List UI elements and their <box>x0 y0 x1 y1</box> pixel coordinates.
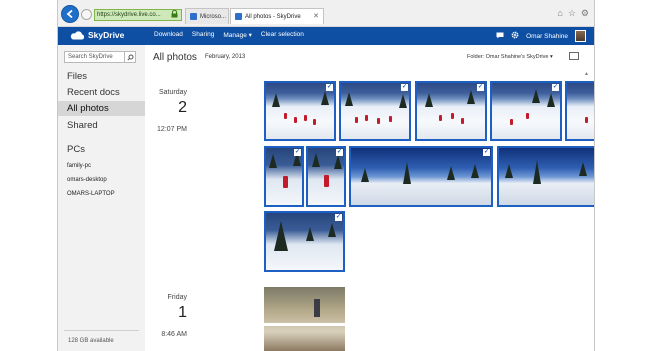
app-header: SkyDrive Download Sharing Manage ▾ Clear… <box>58 27 594 45</box>
gear-icon[interactable] <box>511 31 519 41</box>
browser-toolbar: https://skydrive.live.co... Microso... A… <box>58 0 594 27</box>
storage-status: 128 GB available <box>68 338 114 344</box>
download-button[interactable]: Download <box>154 31 183 39</box>
checkmark-icon[interactable]: ✓ <box>326 84 333 91</box>
browser-window: https://skydrive.live.co... Microso... A… <box>57 0 595 351</box>
checkmark-icon[interactable]: ✓ <box>483 149 490 156</box>
tab-all-photos[interactable]: All photos - SkyDrive ✕ <box>230 8 324 24</box>
search-placeholder: Search SkyDrive <box>68 54 113 60</box>
brand-name: SkyDrive <box>88 30 125 40</box>
checkmark-icon[interactable]: ✓ <box>294 149 301 156</box>
sidebar-item-all-photos[interactable]: All photos <box>58 101 145 116</box>
clear-selection-button[interactable]: Clear selection <box>261 31 304 39</box>
scroll-up-icon[interactable]: ▲ <box>584 71 589 77</box>
photo-thumbnail[interactable]: ✓ <box>264 81 336 141</box>
tab-label: Microso... <box>200 13 227 20</box>
month-label: February, 2013 <box>205 54 246 60</box>
manage-label: Manage <box>223 32 247 39</box>
day-weekday: Friday <box>167 294 187 301</box>
day-time: 12:07 PM <box>157 126 187 133</box>
user-name[interactable]: Omar Shahine <box>526 33 568 40</box>
pc-item-omars-desktop[interactable]: omars-desktop <box>67 177 107 183</box>
sidebar-item-files[interactable]: Files <box>58 69 145 84</box>
manage-button[interactable]: Manage ▾ <box>223 31 252 39</box>
cloud-icon <box>70 30 85 40</box>
sidebar-item-recent-docs[interactable]: Recent docs <box>58 85 145 100</box>
account-area: Omar Shahine <box>496 30 586 42</box>
chat-icon[interactable] <box>496 32 504 41</box>
sidebar: Search SkyDrive Files Recent docs All ph… <box>58 45 145 351</box>
search-input[interactable]: Search SkyDrive <box>64 51 136 63</box>
browser-actions: ⌂ ☆ ⚙ <box>557 8 589 19</box>
sidebar-item-label: Recent docs <box>67 87 120 98</box>
close-icon[interactable]: ✕ <box>313 12 319 20</box>
photo-thumbnail[interactable]: ✓ <box>497 146 594 207</box>
back-arrow-icon[interactable] <box>61 5 79 23</box>
checkmark-icon[interactable]: ✓ <box>552 84 559 91</box>
tab-label: All photos - SkyDrive <box>245 13 301 20</box>
tab-microsoft[interactable]: Microso... <box>185 8 229 24</box>
photos-pane: All photos February, 2013 Folder: Omar S… <box>145 45 594 351</box>
sidebar-item-label: Files <box>67 71 88 82</box>
pc-label: OMARS-LAPTOP <box>67 191 115 197</box>
star-icon[interactable]: ☆ <box>568 8 576 19</box>
sidebar-item-shared[interactable]: Shared <box>58 118 145 133</box>
view-toggle-icon[interactable] <box>569 52 579 60</box>
pc-label: family-pc <box>67 163 92 169</box>
skydrive-logo[interactable]: SkyDrive <box>70 30 124 40</box>
pcs-heading-label: PCs <box>67 144 85 155</box>
pc-item-omars-laptop[interactable]: OMARS-LAPTOP <box>67 191 115 197</box>
checkmark-icon[interactable]: ✓ <box>401 84 408 91</box>
photo-thumbnail[interactable]: ✓ <box>264 146 304 207</box>
tab-favicon <box>190 13 197 20</box>
command-bar: Download Sharing Manage ▾ Clear selectio… <box>154 31 304 39</box>
forward-arrow-icon[interactable] <box>81 9 92 20</box>
tab-favicon <box>235 13 242 20</box>
day-weekday: Saturday <box>158 89 187 96</box>
home-icon[interactable]: ⌂ <box>557 8 562 19</box>
pc-item-family-pc[interactable]: family-pc <box>67 163 91 169</box>
photo-thumbnail[interactable]: ✓ <box>565 81 594 141</box>
photo-thumbnail[interactable]: ✓ <box>490 81 562 141</box>
chevron-down-icon: ▾ <box>248 32 252 39</box>
pcs-heading: PCs <box>58 142 145 157</box>
checkmark-icon[interactable]: ✓ <box>336 149 343 156</box>
day-time: 8:46 AM <box>161 331 187 338</box>
photo-thumbnail[interactable]: ✓ <box>415 81 487 141</box>
divider <box>64 330 139 331</box>
lock-icon <box>171 9 179 19</box>
pc-label: omars-desktop <box>67 177 107 183</box>
search-icon[interactable] <box>124 52 135 62</box>
photo-thumbnail[interactable]: ✓ <box>349 146 493 207</box>
folder-selector[interactable]: Folder: Omar Shahine's SkyDrive ▾ <box>467 54 553 60</box>
sidebar-item-label: All photos <box>67 103 109 114</box>
address-text: https://skydrive.live.co... <box>97 12 161 18</box>
page-title: All photos <box>153 52 197 63</box>
gear-icon[interactable]: ⚙ <box>581 8 589 19</box>
photo-thumbnail[interactable]: ✓ <box>264 211 345 272</box>
photo-thumbnail[interactable]: ✓ <box>306 146 346 207</box>
sidebar-item-label: Shared <box>67 120 98 131</box>
day-number: 1 <box>178 304 187 321</box>
photo-thumbnail[interactable]: ✓ <box>339 81 411 141</box>
day-number: 2 <box>178 99 187 116</box>
sharing-button[interactable]: Sharing <box>192 31 214 39</box>
address-bar[interactable]: https://skydrive.live.co... <box>94 9 182 21</box>
checkmark-icon[interactable]: ✓ <box>335 214 342 221</box>
photo-thumbnail[interactable] <box>264 287 345 351</box>
avatar[interactable] <box>575 30 586 42</box>
checkmark-icon[interactable]: ✓ <box>477 84 484 91</box>
